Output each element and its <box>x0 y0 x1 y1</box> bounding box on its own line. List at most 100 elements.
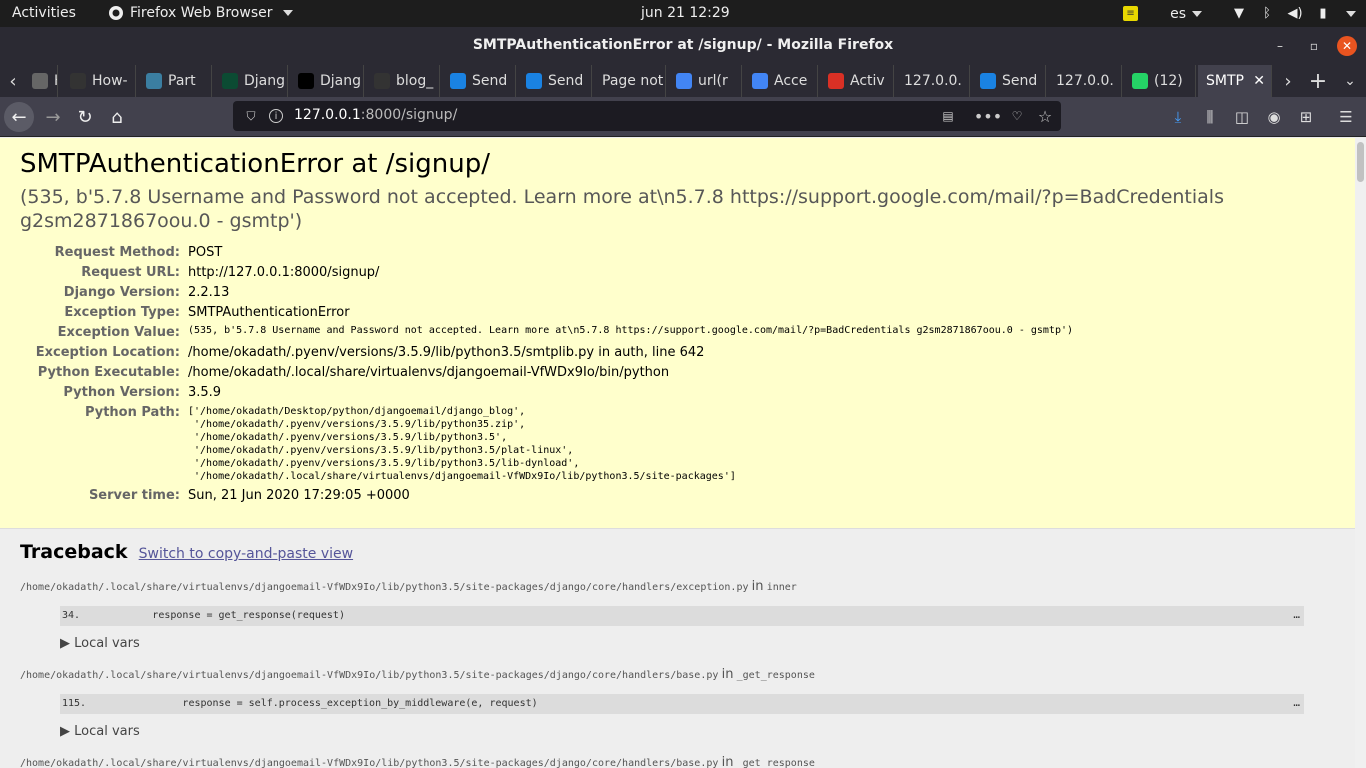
browser-tab[interactable]: Send <box>972 65 1046 97</box>
line-number: 34. <box>62 610 81 621</box>
close-tab-icon[interactable]: ✕ <box>1253 73 1265 89</box>
browser-tab[interactable]: Send <box>442 65 516 97</box>
browser-tab[interactable]: Djang <box>214 65 288 97</box>
site-info-icon[interactable]: i <box>269 109 283 123</box>
forward-button[interactable]: → <box>38 102 68 132</box>
line-number: 115. <box>62 698 87 709</box>
account-icon[interactable]: ◉ <box>1264 107 1284 127</box>
app-menu[interactable]: Firefox Web Browser <box>108 5 293 21</box>
volume-icon[interactable]: ◀) <box>1286 5 1304 23</box>
browser-tab[interactable]: Acce <box>744 65 818 97</box>
notes-indicator-icon[interactable]: ≡ <box>1123 6 1139 21</box>
frame-code-line[interactable]: 115. response = self.process_exception_b… <box>60 694 1304 714</box>
frame-function: _get_response <box>736 758 815 768</box>
request-info-table: Request Method: POST Request URL: http://12… <box>20 243 1073 506</box>
wifi-icon[interactable]: ▼ <box>1230 5 1248 23</box>
page-content: SMTPAuthenticationError at /signup/ (535… <box>0 138 1355 768</box>
frame-in-word: in <box>721 755 734 768</box>
frame-function: inner <box>766 582 797 593</box>
info-label: Exception Location: <box>35 345 180 360</box>
info-row: Python Version: 3.5.9 <box>20 383 1073 403</box>
info-label: Python Executable: <box>37 365 180 380</box>
frame-code-line[interactable]: 34. response = get_response(request) … <box>60 606 1304 626</box>
traceback-heading: Traceback <box>20 541 128 563</box>
reload-button[interactable]: ↻ <box>70 102 100 132</box>
bluetooth-icon[interactable]: ᛒ <box>1258 5 1276 23</box>
info-row: Exception Location: /home/okadath/.pyenv/… <box>20 343 1073 363</box>
expand-context-button[interactable]: … <box>1293 608 1300 621</box>
list-all-tabs-button[interactable]: ⌄ <box>1338 65 1362 97</box>
browser-tab[interactable]: Page not <box>594 65 666 97</box>
page-scrollbar[interactable] <box>1355 138 1366 768</box>
chevron-down-icon <box>1192 10 1202 17</box>
system-tray[interactable]: ≡ es ▼ ᛒ ◀) ▮ <box>1123 0 1366 27</box>
scroll-tabs-left-button[interactable]: ‹ <box>4 65 22 97</box>
pocket-icon[interactable]: ♡ <box>1009 108 1025 124</box>
browser-tab[interactable]: How- <box>62 65 136 97</box>
browser-tab[interactable]: Activ <box>820 65 894 97</box>
keyboard-layout-indicator[interactable]: es <box>1170 6 1186 22</box>
code-text: response = get_response(request) <box>80 610 345 621</box>
bookmark-star-icon[interactable]: ☆ <box>1037 107 1053 126</box>
browser-tab[interactable]: SMTP ✕ <box>1198 65 1272 97</box>
home-button[interactable]: ⌂ <box>102 102 132 132</box>
navigation-toolbar: ← → ↻ ⌂ ⛉ i 127.0.0.1:8000/signup/ ▤ •••… <box>0 97 1366 137</box>
battery-icon[interactable]: ▮ <box>1314 5 1332 23</box>
page-actions-icon[interactable]: ••• <box>974 107 1002 126</box>
globe-icon <box>146 73 162 89</box>
activities-button[interactable]: Activities <box>12 5 76 21</box>
downloads-icon[interactable]: ⤓ <box>1168 107 1188 127</box>
maximize-button[interactable]: ▫ <box>1304 36 1324 56</box>
sendgrid-icon <box>450 73 466 89</box>
hamburger-menu-icon[interactable]: ☰ <box>1336 107 1356 127</box>
chevron-down-icon <box>1346 10 1356 17</box>
browser-tab[interactable]: url(r <box>668 65 742 97</box>
reader-view-icon[interactable]: ▤ <box>940 108 956 124</box>
library-icon[interactable]: ⫼ <box>1200 107 1220 127</box>
switch-copy-paste-link[interactable]: Switch to copy-and-paste view <box>139 546 353 562</box>
google-icon <box>752 73 768 89</box>
info-value: SMTPAuthenticationError <box>188 305 350 320</box>
local-vars-toggle[interactable]: ▶ Local vars <box>60 636 1335 651</box>
browser-tab[interactable]: (12) <box>1124 65 1196 97</box>
browser-tab[interactable]: Part <box>138 65 212 97</box>
extension-icon[interactable]: ⊞ <box>1296 107 1316 127</box>
tab-label: url(r <box>698 73 728 89</box>
gnome-top-bar: Activities Firefox Web Browser jun 21 12… <box>0 0 1366 27</box>
back-button[interactable]: ← <box>4 102 34 132</box>
clock[interactable]: jun 21 12:29 <box>641 5 730 21</box>
info-row: Python Executable: /home/okadath/.local/s… <box>20 363 1073 383</box>
tab-label: Acce <box>774 73 808 89</box>
info-label: Django Version: <box>63 285 180 300</box>
frame-filename: /home/okadath/.local/share/virtualenvs/d… <box>20 758 719 768</box>
github-icon <box>374 73 390 89</box>
scroll-tabs-right-button[interactable]: › <box>1278 65 1298 97</box>
url-bar[interactable]: ⛉ i 127.0.0.1:8000/signup/ ▤ ••• ♡ ☆ <box>233 101 1061 131</box>
new-tab-button[interactable]: + <box>1306 65 1330 97</box>
tab-label: (12) <box>1154 73 1183 89</box>
tab-label: Send <box>1002 73 1038 89</box>
info-row: Server time: Sun, 21 Jun 2020 17:29:05 +0… <box>20 486 1073 506</box>
close-window-button[interactable]: ✕ <box>1337 36 1357 56</box>
browser-tab[interactable]: How <box>24 65 58 97</box>
expand-context-button[interactable]: … <box>1293 696 1300 709</box>
info-value: POST <box>188 245 223 260</box>
browser-tab[interactable]: Djang <box>290 65 364 97</box>
code-text: response = self.process_exception_by_mid… <box>86 698 538 709</box>
info-row: Exception Value: (535, b'5.7.8 Username a… <box>20 323 1073 343</box>
info-value: 3.5.9 <box>188 385 222 400</box>
browser-tab[interactable]: 127.0.0. <box>1048 65 1122 97</box>
sendgrid-icon <box>980 73 996 89</box>
url-text[interactable]: 127.0.0.1:8000/signup/ <box>294 107 457 123</box>
sidebar-icon[interactable]: ◫ <box>1232 107 1252 127</box>
minimize-button[interactable]: – <box>1270 36 1290 56</box>
local-vars-toggle[interactable]: ▶ Local vars <box>60 724 1335 739</box>
tracking-shield-icon[interactable]: ⛉ <box>243 108 259 124</box>
browser-tab[interactable]: blog_ <box>366 65 440 97</box>
browser-tab[interactable]: 127.0.0. <box>896 65 970 97</box>
page-title: SMTPAuthenticationError at /signup/ <box>20 149 490 179</box>
info-label: Python Version: <box>63 385 180 400</box>
browser-tab[interactable]: Send <box>518 65 592 97</box>
django-icon <box>222 73 238 89</box>
scrollbar-thumb[interactable] <box>1357 142 1364 182</box>
